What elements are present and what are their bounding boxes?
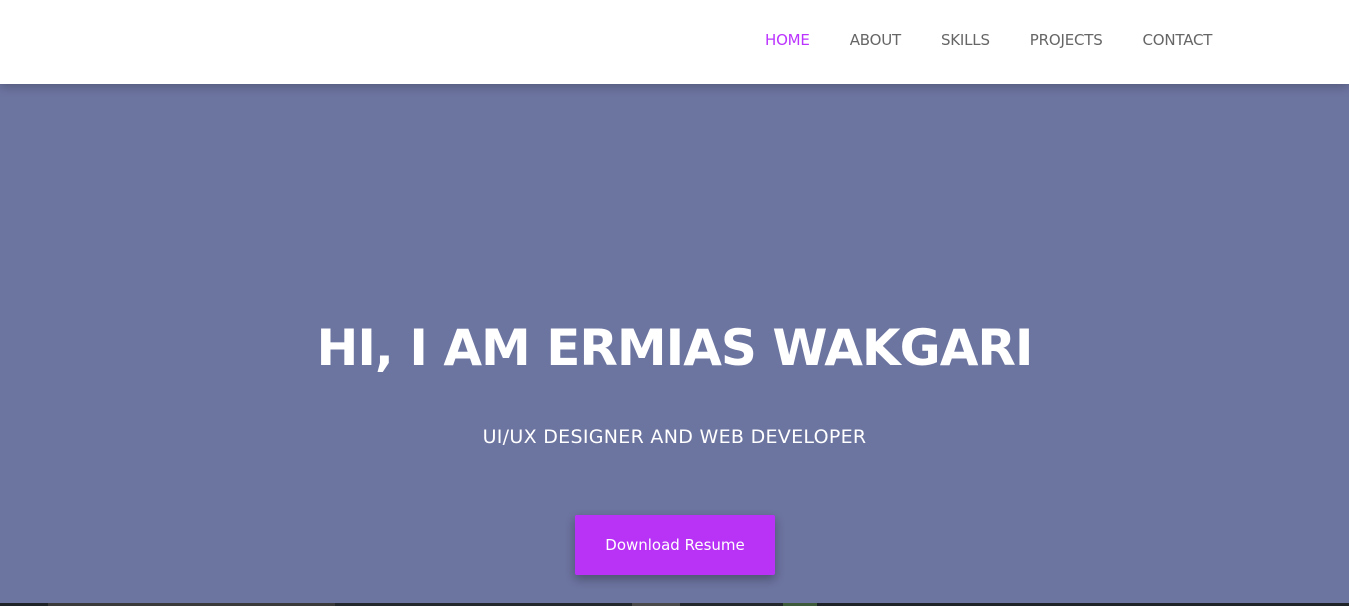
navbar: HOME ABOUT SKILLS PROJECTS CONTACT	[0, 0, 1349, 84]
hero-title: HI, I AM ERMIAS WAKGARI	[316, 319, 1033, 377]
nav-item-skills[interactable]: SKILLS	[941, 31, 990, 49]
nav-menu: HOME ABOUT SKILLS PROJECTS CONTACT	[765, 31, 1212, 49]
download-resume-button[interactable]: Download Resume	[575, 515, 775, 575]
nav-item-home[interactable]: HOME	[765, 31, 810, 49]
nav-item-about[interactable]: ABOUT	[850, 31, 901, 49]
nav-item-projects[interactable]: PROJECTS	[1030, 31, 1103, 49]
page: HOME ABOUT SKILLS PROJECTS CONTACT HI, I…	[0, 0, 1349, 606]
hero-section: HI, I AM ERMIAS WAKGARI UI/UX DESIGNER A…	[0, 84, 1349, 603]
hero-subtitle: UI/UX DESIGNER AND WEB DEVELOPER	[482, 426, 867, 448]
nav-item-contact[interactable]: CONTACT	[1143, 31, 1213, 49]
